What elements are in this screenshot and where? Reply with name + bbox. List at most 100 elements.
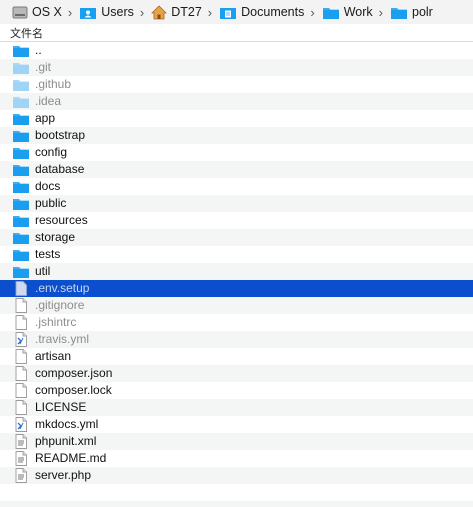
folder-icon bbox=[390, 5, 408, 20]
folder-row[interactable]: util bbox=[0, 263, 473, 280]
code-file-icon bbox=[12, 417, 30, 432]
path-bar: OS X › Users › DT27 › Documents › Work › polr bbox=[0, 0, 473, 24]
documents-folder-icon bbox=[219, 5, 237, 20]
file-name: composer.lock bbox=[35, 383, 112, 397]
folder-icon bbox=[12, 128, 30, 143]
breadcrumb-label: polr bbox=[412, 5, 433, 19]
file-icon bbox=[12, 281, 30, 296]
column-header[interactable]: 文件名 bbox=[0, 24, 473, 42]
breadcrumb-label: Documents bbox=[241, 5, 305, 19]
file-row[interactable]: .env.setup bbox=[0, 280, 473, 297]
file-row[interactable]: mkdocs.yml bbox=[0, 416, 473, 433]
folder-icon bbox=[12, 247, 30, 262]
file-name: config bbox=[35, 145, 68, 159]
breadcrumb-item-polr[interactable]: polr bbox=[390, 0, 433, 24]
breadcrumb-item-work[interactable]: Work bbox=[322, 0, 373, 24]
file-name: .. bbox=[35, 43, 42, 57]
folder-row[interactable]: .git bbox=[0, 59, 473, 76]
file-row[interactable]: .jshintrc bbox=[0, 314, 473, 331]
folder-row[interactable]: public bbox=[0, 195, 473, 212]
folder-row[interactable]: storage bbox=[0, 229, 473, 246]
breadcrumb-item-documents[interactable]: Documents bbox=[219, 0, 304, 24]
folder-row[interactable]: .idea bbox=[0, 93, 473, 110]
file-row[interactable]: README.md bbox=[0, 450, 473, 467]
folder-icon bbox=[12, 230, 30, 245]
breadcrumb-item-users[interactable]: Users bbox=[79, 0, 134, 24]
file-name: .idea bbox=[35, 94, 62, 108]
file-row[interactable]: server.php bbox=[0, 467, 473, 484]
file-row[interactable]: LICENSE bbox=[0, 399, 473, 416]
text-file-icon bbox=[12, 451, 30, 466]
file-row[interactable]: composer.json bbox=[0, 365, 473, 382]
file-icon bbox=[12, 366, 30, 381]
users-folder-icon bbox=[79, 5, 97, 20]
folder-icon bbox=[12, 264, 30, 279]
chevron-right-icon: › bbox=[310, 4, 315, 20]
file-row[interactable]: artisan bbox=[0, 348, 473, 365]
file-name: app bbox=[35, 111, 56, 125]
folder-row[interactable]: resources bbox=[0, 212, 473, 229]
file-name: server.php bbox=[35, 468, 92, 482]
file-row[interactable]: .travis.yml bbox=[0, 331, 473, 348]
file-name: docs bbox=[35, 179, 61, 193]
folder-row[interactable]: .. bbox=[0, 42, 473, 59]
file-list: .. .git .github .idea app bootstrap config data… bbox=[0, 42, 473, 484]
file-name: storage bbox=[35, 230, 76, 244]
folder-icon bbox=[12, 196, 30, 211]
folder-row[interactable]: tests bbox=[0, 246, 473, 263]
file-icon bbox=[12, 298, 30, 313]
breadcrumb-item-os-x[interactable]: OS X bbox=[12, 0, 62, 24]
file-name: artisan bbox=[35, 349, 72, 363]
file-name: .git bbox=[35, 60, 52, 74]
folder-icon bbox=[12, 162, 30, 177]
code-file-icon bbox=[12, 332, 30, 347]
folder-row[interactable]: docs bbox=[0, 178, 473, 195]
file-icon bbox=[12, 349, 30, 364]
file-row[interactable]: composer.lock bbox=[0, 382, 473, 399]
folder-icon bbox=[12, 213, 30, 228]
folder-icon bbox=[12, 77, 30, 92]
file-name: .gitignore bbox=[35, 298, 85, 312]
file-name: phpunit.xml bbox=[35, 434, 97, 448]
file-name: .travis.yml bbox=[35, 332, 89, 346]
file-icon bbox=[12, 383, 30, 398]
folder-icon bbox=[322, 5, 340, 20]
file-name: LICENSE bbox=[35, 400, 87, 414]
folder-icon bbox=[12, 43, 30, 58]
folder-row[interactable]: bootstrap bbox=[0, 127, 473, 144]
file-row[interactable]: phpunit.xml bbox=[0, 433, 473, 450]
folder-icon bbox=[12, 94, 30, 109]
chevron-right-icon: › bbox=[207, 4, 213, 20]
file-icon bbox=[12, 400, 30, 415]
folder-row[interactable]: config bbox=[0, 144, 473, 161]
file-row[interactable]: .gitignore bbox=[0, 297, 473, 314]
breadcrumb-label: OS X bbox=[32, 5, 62, 19]
column-header-label: 文件名 bbox=[10, 28, 43, 40]
file-name: resources bbox=[35, 213, 88, 227]
file-name: README.md bbox=[35, 451, 107, 465]
chevron-right-icon: › bbox=[67, 4, 73, 20]
file-name: mkdocs.yml bbox=[35, 417, 99, 431]
file-name: tests bbox=[35, 247, 61, 261]
breadcrumb-label: Work bbox=[343, 5, 373, 19]
empty-row bbox=[0, 501, 473, 507]
breadcrumb-label: DT27 bbox=[171, 5, 202, 19]
file-name: util bbox=[35, 264, 51, 278]
file-name: database bbox=[35, 162, 85, 176]
file-icon bbox=[12, 315, 30, 330]
folder-row[interactable]: app bbox=[0, 110, 473, 127]
file-name: .github bbox=[35, 77, 72, 91]
file-name: .jshintrc bbox=[35, 315, 77, 329]
file-name: public bbox=[35, 196, 67, 210]
text-file-icon bbox=[12, 434, 30, 449]
text-file-icon bbox=[12, 468, 30, 483]
chevron-right-icon: › bbox=[378, 4, 383, 20]
file-name: composer.json bbox=[35, 366, 113, 380]
home-icon bbox=[151, 4, 168, 20]
file-name: .env.setup bbox=[35, 281, 90, 295]
empty-row bbox=[0, 484, 473, 501]
breadcrumb-item-dt27[interactable]: DT27 bbox=[151, 0, 202, 24]
folder-row[interactable]: database bbox=[0, 161, 473, 178]
folder-row[interactable]: .github bbox=[0, 76, 473, 93]
folder-icon bbox=[12, 60, 30, 75]
